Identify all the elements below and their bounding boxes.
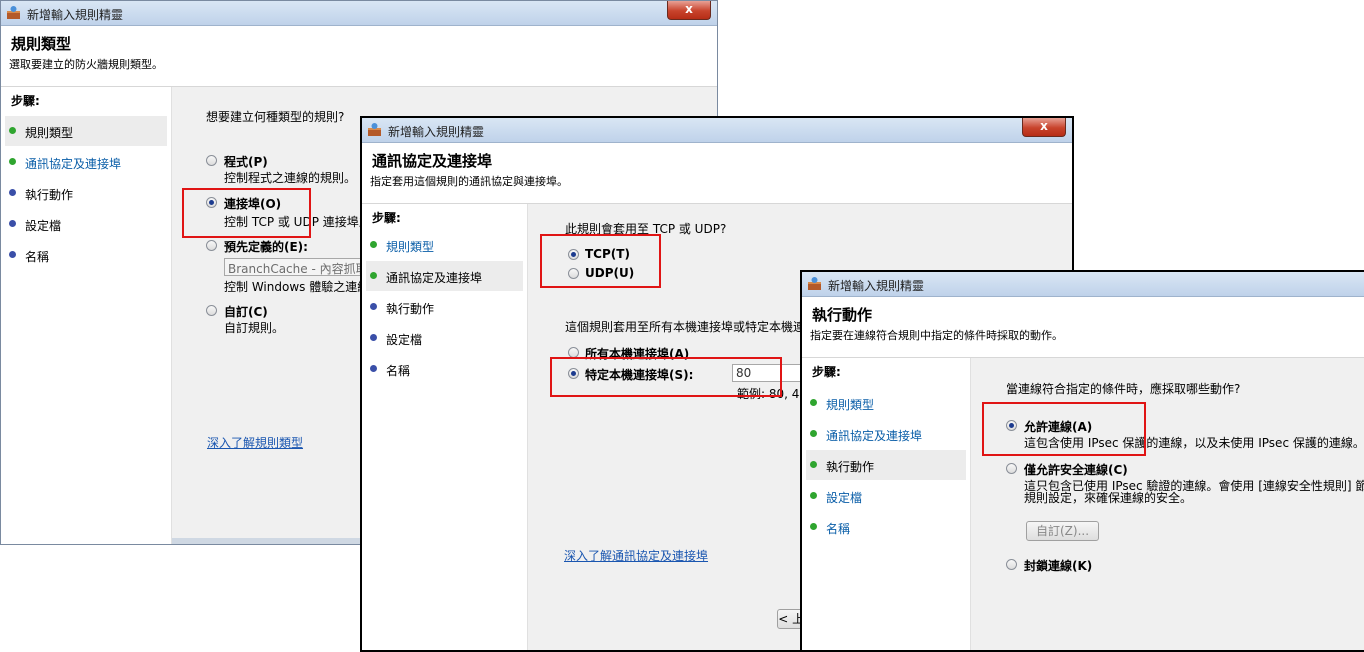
step-label: 執行動作 xyxy=(386,302,435,316)
step-label: 規則類型 xyxy=(826,398,875,412)
step-label: 執行動作 xyxy=(25,188,74,202)
rule-type-question: 想要建立何種類型的規則? xyxy=(206,110,345,124)
title-bar[interactable]: 新增輸入規則精靈 x xyxy=(362,118,1072,143)
step-label: 通訊協定及連接埠 xyxy=(826,429,923,443)
custom-label[interactable]: 自訂(C) xyxy=(224,303,268,320)
close-button[interactable]: x xyxy=(1022,118,1066,137)
custom-desc: 自訂規則。 xyxy=(224,321,285,335)
step-label: 執行動作 xyxy=(826,460,875,474)
program-label[interactable]: 程式(P) xyxy=(224,153,268,170)
page-title: 規則類型 xyxy=(11,35,72,53)
wizard-header: 執行動作 指定要在連線符合規則中指定的條件時採取的動作。 xyxy=(802,297,1364,358)
step-status-icon xyxy=(9,251,16,258)
step-label: 規則類型 xyxy=(25,126,74,140)
step-status-icon xyxy=(9,158,16,165)
step-protocol-port[interactable]: 通訊協定及連接埠 xyxy=(366,261,523,291)
window-title: 新增輸入規則精靈 xyxy=(828,279,925,293)
step-status-icon xyxy=(370,334,377,341)
highlight-protocol xyxy=(540,234,661,288)
step-label: 設定檔 xyxy=(25,219,62,233)
block-radio[interactable] xyxy=(1006,559,1017,570)
block-label[interactable]: 封鎖連線(K) xyxy=(1024,557,1092,574)
highlight-port-option xyxy=(182,188,311,238)
title-bar[interactable]: 新增輸入規則精靈 xyxy=(802,272,1364,297)
step-label: 設定檔 xyxy=(826,491,863,505)
port-scope-question: 這個規則套用至所有本機連接埠或特定本機連 xyxy=(565,320,806,334)
steps-panel: 步驟: 規則類型 通訊協定及連接埠 執行動作 設定檔 名稱 xyxy=(362,204,528,650)
step-status-icon xyxy=(9,189,16,196)
step-action[interactable]: 執行動作 xyxy=(5,178,167,208)
step-protocol-port[interactable]: 通訊協定及連接埠 xyxy=(806,419,966,449)
step-label: 通訊協定及連接埠 xyxy=(386,271,483,285)
firewall-icon xyxy=(368,123,381,136)
step-status-icon xyxy=(9,127,16,134)
title-bar[interactable]: 新增輸入規則精靈 x xyxy=(1,1,717,26)
page-title: 通訊協定及連接埠 xyxy=(372,152,493,170)
window-title: 新增輸入規則精靈 xyxy=(388,125,485,139)
step-label: 名稱 xyxy=(25,250,50,264)
step-label: 通訊協定及連接埠 xyxy=(25,157,122,171)
customize-button[interactable]: 自訂(Z)... xyxy=(1026,521,1099,541)
step-status-icon xyxy=(810,399,817,406)
predefined-dropdown[interactable]: BranchCache - 內容抓取 ( xyxy=(224,258,364,276)
wizard-window-action: 新增輸入規則精靈 執行動作 指定要在連線符合規則中指定的條件時採取的動作。 步驟… xyxy=(800,270,1364,652)
page-subtitle: 指定要在連線符合規則中指定的條件時採取的動作。 xyxy=(810,329,1063,342)
steps-panel: 步驟: 規則類型 通訊協定及連接埠 執行動作 設定檔 名稱 xyxy=(802,358,971,650)
step-status-icon xyxy=(810,523,817,530)
program-radio[interactable] xyxy=(206,155,217,166)
step-rule-type[interactable]: 規則類型 xyxy=(5,116,167,146)
close-button[interactable]: x xyxy=(667,1,711,20)
steps-panel: 步驟: 規則類型 通訊協定及連接埠 執行動作 設定檔 名稱 xyxy=(1,87,172,544)
steps-label: 步驟: xyxy=(11,94,40,108)
highlight-specific-port xyxy=(550,357,782,397)
step-status-icon xyxy=(810,430,817,437)
step-rule-type[interactable]: 規則類型 xyxy=(366,230,523,260)
step-name[interactable]: 名稱 xyxy=(806,512,966,542)
step-action[interactable]: 執行動作 xyxy=(366,292,523,322)
page-title: 執行動作 xyxy=(812,306,873,324)
step-status-icon xyxy=(810,492,817,499)
step-rule-type[interactable]: 規則類型 xyxy=(806,388,966,418)
wizard-header: 規則類型 選取要建立的防火牆規則類型。 xyxy=(1,26,717,87)
predefined-radio[interactable] xyxy=(206,240,217,251)
page-subtitle: 選取要建立的防火牆規則類型。 xyxy=(9,58,163,71)
step-status-icon xyxy=(370,241,377,248)
learn-protocol-port-link[interactable]: 深入了解通訊協定及連接埠 xyxy=(564,547,708,564)
step-profile[interactable]: 設定檔 xyxy=(806,481,966,511)
step-status-icon xyxy=(370,303,377,310)
predefined-label[interactable]: 預先定義的(E): xyxy=(224,238,308,255)
allow-secure-desc-2: 規則設定，來確保連線的安全。 xyxy=(1024,491,1193,505)
highlight-allow-option xyxy=(982,402,1146,456)
step-protocol-port[interactable]: 通訊協定及連接埠 xyxy=(5,147,167,177)
step-label: 設定檔 xyxy=(386,333,423,347)
step-name[interactable]: 名稱 xyxy=(366,354,523,384)
firewall-icon xyxy=(808,277,821,290)
program-desc: 控制程式之連線的規則。 xyxy=(224,171,357,185)
step-action[interactable]: 執行動作 xyxy=(806,450,966,480)
firewall-icon xyxy=(7,6,20,19)
step-profile[interactable]: 設定檔 xyxy=(5,209,167,239)
steps-label: 步驟: xyxy=(812,365,841,379)
wizard-header: 通訊協定及連接埠 指定套用這個規則的通訊協定與連接埠。 xyxy=(362,143,1072,204)
action-question: 當連線符合指定的條件時，應採取哪些動作? xyxy=(1006,382,1241,396)
allow-secure-label[interactable]: 僅允許安全連線(C) xyxy=(1024,461,1128,478)
custom-radio[interactable] xyxy=(206,305,217,316)
predefined-desc: 控制 Windows 體驗之連線 xyxy=(224,280,370,294)
page-subtitle: 指定套用這個規則的通訊協定與連接埠。 xyxy=(370,175,568,188)
step-status-icon xyxy=(370,365,377,372)
step-status-icon xyxy=(370,272,377,279)
step-status-icon xyxy=(810,461,817,468)
step-label: 名稱 xyxy=(826,522,851,536)
step-label: 規則類型 xyxy=(386,240,435,254)
steps-label: 步驟: xyxy=(372,211,401,225)
learn-rule-types-link[interactable]: 深入了解規則類型 xyxy=(207,434,303,451)
step-name[interactable]: 名稱 xyxy=(5,240,167,270)
step-status-icon xyxy=(9,220,16,227)
window-title: 新增輸入規則精靈 xyxy=(27,8,124,22)
allow-secure-radio[interactable] xyxy=(1006,463,1017,474)
step-profile[interactable]: 設定檔 xyxy=(366,323,523,353)
step-label: 名稱 xyxy=(386,364,411,378)
